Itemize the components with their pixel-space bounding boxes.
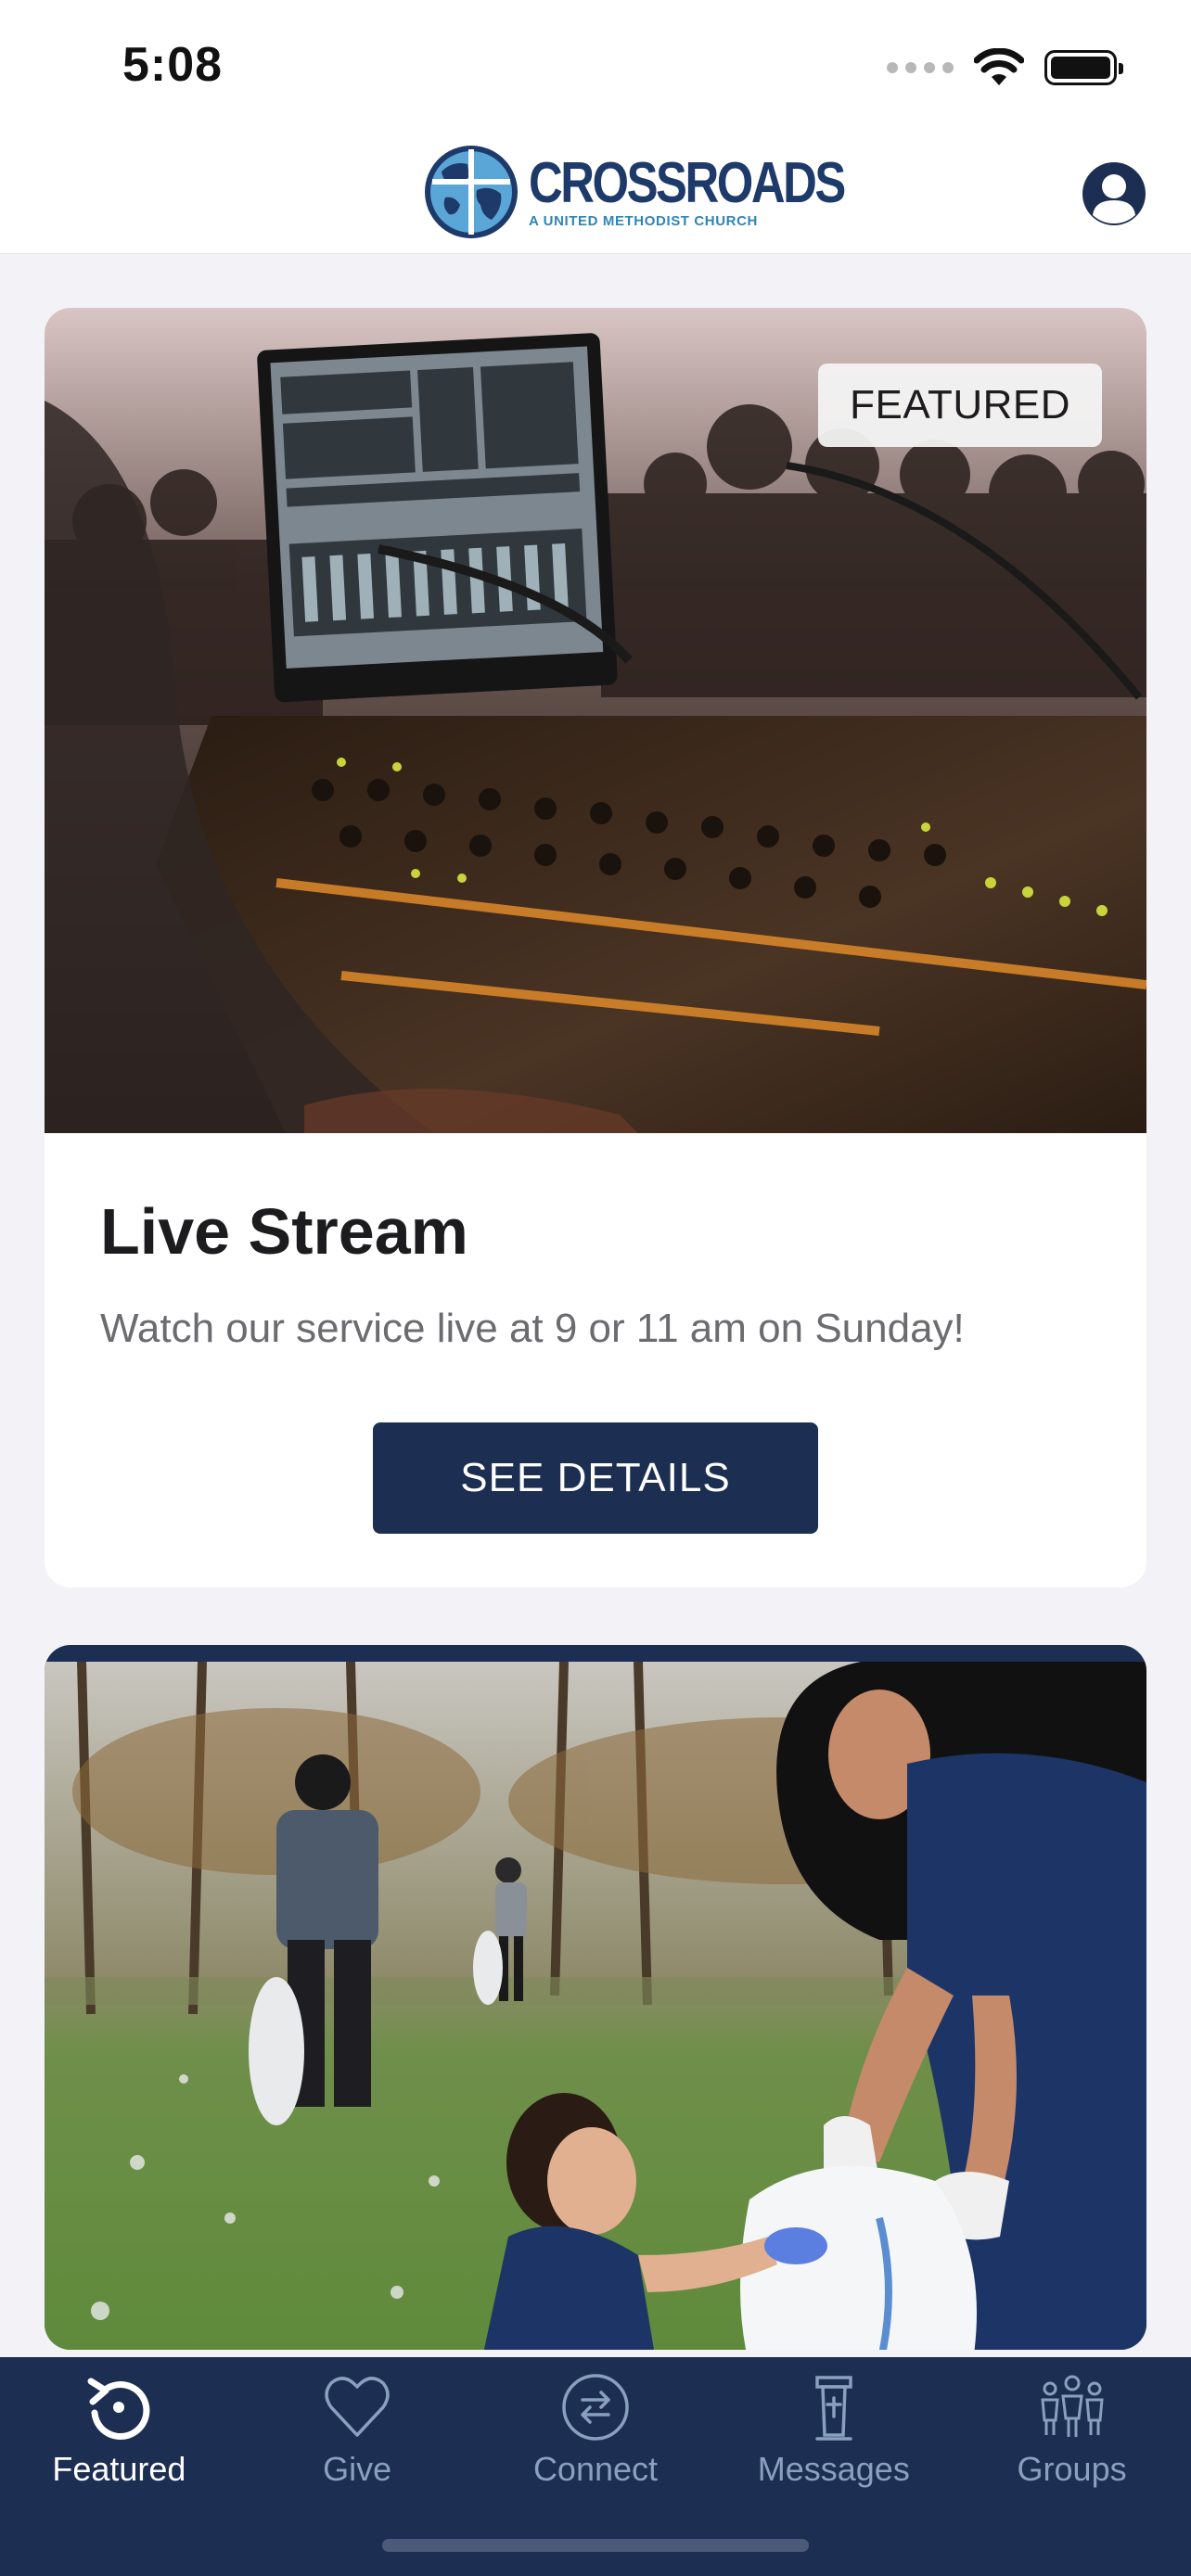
status-bar: 5:08: [0, 0, 1191, 130]
card-description: Watch our service live at 9 or 11 am on …: [100, 1306, 965, 1351]
app-header: CROSSROADS A UNITED METHODIST CHURCH: [0, 130, 1191, 254]
heart-icon: [325, 2377, 390, 2437]
tab-featured[interactable]: Featured: [0, 2357, 238, 2515]
featured-badge: FEATURED: [818, 363, 1102, 447]
card-title: Live Stream: [100, 1195, 468, 1268]
pulpit-icon: [815, 2376, 852, 2441]
card-body: Live Stream Watch our service live at 9 …: [45, 1133, 1146, 1588]
battery-icon: [1044, 50, 1123, 85]
card-image-mixing-console: FEATURED: [45, 308, 1146, 1133]
status-icons: [887, 45, 1123, 91]
featured-icon: [87, 2378, 150, 2440]
tab-messages[interactable]: Messages: [714, 2357, 953, 2515]
feature-card[interactable]: [45, 1645, 1146, 2350]
home-indicator: [382, 2539, 809, 2552]
feature-card[interactable]: FEATURED Live Stream Watch our service l…: [45, 308, 1146, 1588]
see-details-button[interactable]: SEE DETAILS: [373, 1422, 818, 1534]
church-logo: CROSSROADS A UNITED METHODIST CHURCH: [423, 143, 913, 241]
connect-icon: [562, 2374, 629, 2441]
groups-icon: [1040, 2375, 1104, 2437]
tab-groups[interactable]: Groups: [953, 2357, 1191, 2515]
tab-give[interactable]: Give: [238, 2357, 477, 2515]
tab-connect[interactable]: Connect: [477, 2357, 715, 2515]
cellular-signal-icon: [887, 62, 954, 73]
wifi-icon: [974, 48, 1024, 85]
featured-feed[interactable]: FEATURED Live Stream Watch our service l…: [45, 308, 1146, 2407]
tab-label: Messages: [757, 2450, 910, 2488]
tab-label: Give: [323, 2450, 392, 2488]
globe-cross-icon: [425, 146, 518, 238]
tab-label: Groups: [1017, 2450, 1127, 2488]
profile-icon[interactable]: [1082, 161, 1146, 226]
tab-label: Featured: [52, 2450, 186, 2488]
tab-label: Connect: [532, 2450, 659, 2488]
status-time: 5:08: [122, 38, 224, 92]
logo-name: CROSSROADS: [529, 150, 846, 215]
card-image-park-cleanup: [45, 1662, 1146, 2350]
logo-tagline: A UNITED METHODIST CHURCH: [529, 212, 758, 229]
